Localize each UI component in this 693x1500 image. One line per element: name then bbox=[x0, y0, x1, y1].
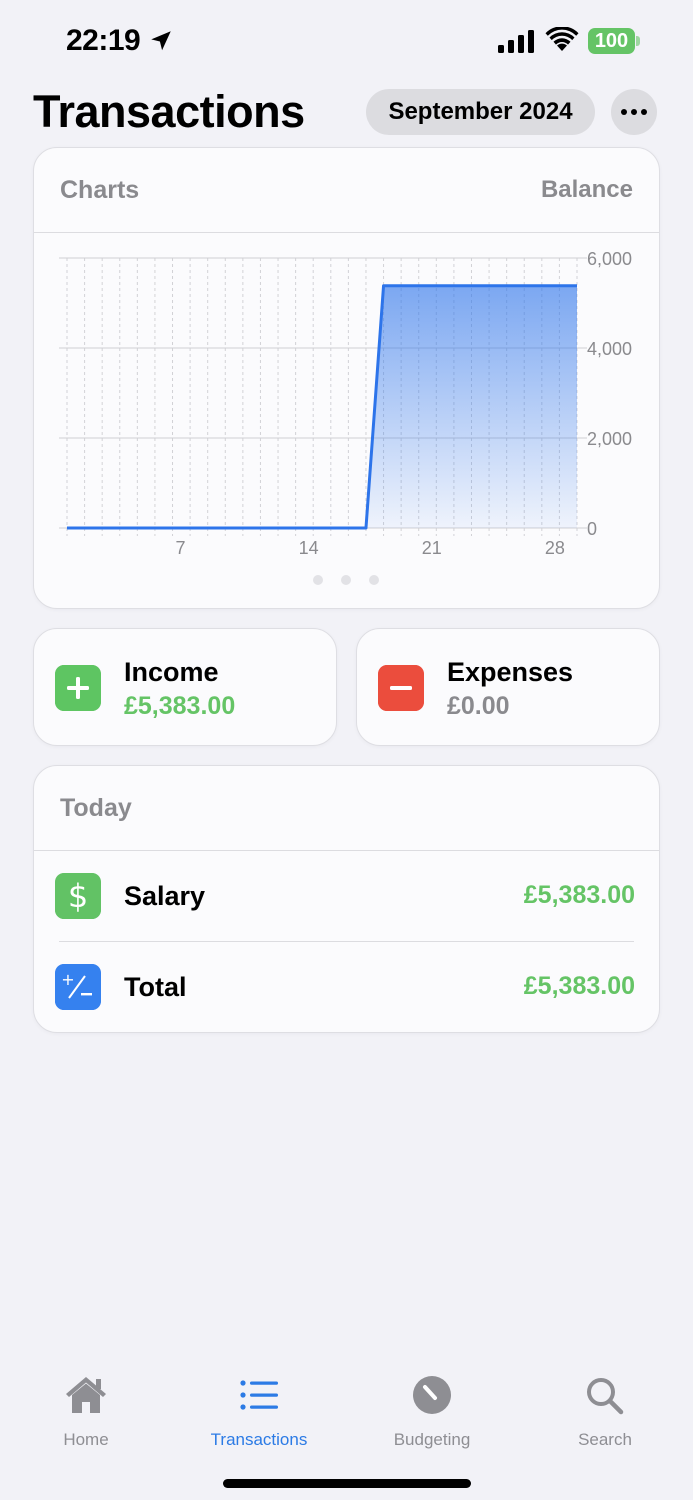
x-tick-label: 7 bbox=[176, 538, 186, 558]
ellipsis-icon bbox=[621, 109, 627, 115]
page-title: Transactions bbox=[33, 86, 305, 137]
status-time: 22:19 bbox=[66, 24, 141, 57]
list-row-salary[interactable]: $ Salary £5,383.00 bbox=[34, 851, 661, 941]
expenses-card[interactable]: Expenses £0.00 bbox=[356, 628, 660, 746]
y-tick-label: 2,000 bbox=[587, 429, 632, 449]
home-indicator bbox=[223, 1479, 471, 1488]
page-dot bbox=[313, 575, 323, 585]
svg-text:+: + bbox=[61, 970, 74, 989]
x-tick-label: 14 bbox=[299, 538, 319, 558]
row-value: £5,383.00 bbox=[523, 972, 635, 1000]
tab-transactions[interactable]: Transactions bbox=[194, 1374, 324, 1450]
balance-area bbox=[67, 285, 577, 528]
y-tick-label: 4,000 bbox=[587, 339, 632, 359]
minus-icon bbox=[378, 665, 424, 711]
tab-home[interactable]: Home bbox=[21, 1374, 151, 1450]
expenses-value: £0.00 bbox=[447, 692, 510, 720]
gauge-icon bbox=[413, 1376, 451, 1414]
ellipsis-dot bbox=[641, 109, 647, 115]
x-tick-label: 28 bbox=[545, 538, 565, 558]
page-dot bbox=[341, 575, 351, 585]
cellular-signal-icon bbox=[498, 30, 534, 53]
expenses-label: Expenses bbox=[447, 657, 574, 687]
list-row-total[interactable]: + Total £5,383.00 bbox=[34, 942, 661, 1032]
plus-icon bbox=[55, 665, 101, 711]
list-section-header: Today bbox=[60, 794, 132, 822]
wifi-icon bbox=[545, 27, 579, 51]
tab-search[interactable]: Search bbox=[540, 1374, 670, 1450]
chart-card[interactable]: Charts Balance 0 2,000 4,000 6,000 7 14 21 28 bbox=[33, 147, 660, 609]
ellipsis-dot bbox=[631, 109, 637, 115]
svg-text:$: $ bbox=[68, 877, 88, 915]
row-label: Salary bbox=[124, 881, 206, 911]
tab-label: Transactions bbox=[210, 1430, 308, 1449]
x-tick-label: 21 bbox=[422, 538, 442, 558]
balance-chart: 0 2,000 4,000 6,000 7 14 21 28 bbox=[59, 249, 632, 558]
plus-minus-icon: + bbox=[55, 964, 101, 1010]
y-tick-label: 0 bbox=[587, 519, 597, 539]
row-value: £5,383.00 bbox=[523, 881, 635, 909]
tab-label: Budgeting bbox=[393, 1430, 471, 1449]
income-value: £5,383.00 bbox=[124, 692, 236, 720]
month-picker-button[interactable]: September 2024 bbox=[366, 89, 595, 135]
house-icon bbox=[66, 1377, 106, 1413]
magnifier-icon bbox=[587, 1378, 624, 1415]
tab-label: Search bbox=[578, 1430, 632, 1449]
battery-icon: 100 bbox=[588, 28, 640, 54]
status-bar: 22:19 100 bbox=[0, 0, 693, 84]
y-tick-label: 6,000 bbox=[587, 249, 632, 269]
location-arrow-icon bbox=[151, 31, 171, 51]
more-options-button[interactable] bbox=[611, 89, 657, 135]
dollar-icon: $ bbox=[55, 873, 101, 919]
chart-card-title: Charts bbox=[60, 176, 140, 204]
chart-page-indicator[interactable] bbox=[313, 575, 379, 585]
income-label: Income bbox=[124, 657, 219, 687]
battery-level: 100 bbox=[588, 28, 635, 54]
tab-budgeting[interactable]: Budgeting bbox=[367, 1374, 497, 1450]
page-dot bbox=[369, 575, 379, 585]
list-icon bbox=[240, 1380, 278, 1410]
battery-tip bbox=[636, 36, 640, 46]
tab-label: Home bbox=[63, 1430, 109, 1449]
chart-type-label[interactable]: Balance bbox=[541, 176, 633, 204]
income-card[interactable]: Income £5,383.00 bbox=[33, 628, 337, 746]
transactions-list-card: Today $ Salary £5,383.00 + Total £5,383.… bbox=[33, 765, 660, 1033]
row-label: Total bbox=[124, 972, 187, 1002]
